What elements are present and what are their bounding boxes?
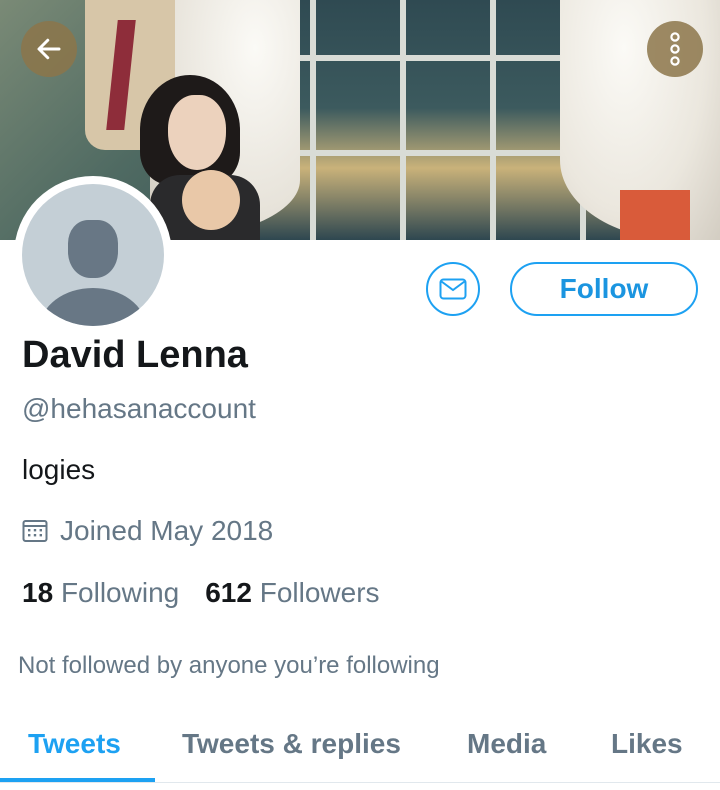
following-link[interactable]: 18 Following — [22, 577, 179, 608]
profile-handle: @hehasanaccount — [22, 393, 256, 424]
avatar[interactable] — [14, 176, 172, 334]
more-vertical-icon — [670, 32, 680, 66]
joined-date: Joined May 2018 — [22, 515, 273, 547]
avatar-body-shape — [40, 288, 146, 326]
profile-tabs: Tweets Tweets & replies Media Likes — [0, 720, 720, 784]
avatar-head-shape — [68, 220, 118, 278]
follow-button[interactable]: Follow — [510, 262, 698, 316]
tab-media[interactable]: Media — [467, 728, 546, 760]
followers-link[interactable]: 612 Followers — [205, 577, 379, 608]
banner-figure-woman-face — [168, 95, 226, 170]
tab-tweets[interactable]: Tweets — [28, 728, 121, 760]
more-options-button[interactable] — [647, 21, 703, 77]
tab-likes[interactable]: Likes — [611, 728, 683, 760]
banner-figure-child — [182, 170, 240, 230]
follow-stats: 18 Following 612 Followers — [22, 577, 380, 609]
followed-by-context: Not followed by anyone you’re following — [18, 652, 440, 679]
tab-tweets-and-replies[interactable]: Tweets & replies — [182, 728, 401, 760]
followers-label: Followers — [259, 577, 380, 608]
default-avatar-icon — [22, 184, 164, 326]
following-count: 18 — [22, 577, 54, 608]
following-label: Following — [60, 577, 180, 608]
profile-name: David Lenna — [22, 334, 248, 376]
followers-count: 612 — [205, 577, 252, 608]
tabs-divider — [0, 782, 720, 783]
message-button[interactable] — [426, 262, 480, 316]
back-button[interactable] — [21, 21, 77, 77]
envelope-icon — [439, 278, 467, 300]
arrow-left-icon — [37, 38, 61, 60]
profile-bio: logies — [22, 454, 96, 485]
joined-text: Joined May 2018 — [60, 515, 274, 546]
banner-object-box — [620, 190, 690, 240]
calendar-icon — [22, 519, 48, 543]
